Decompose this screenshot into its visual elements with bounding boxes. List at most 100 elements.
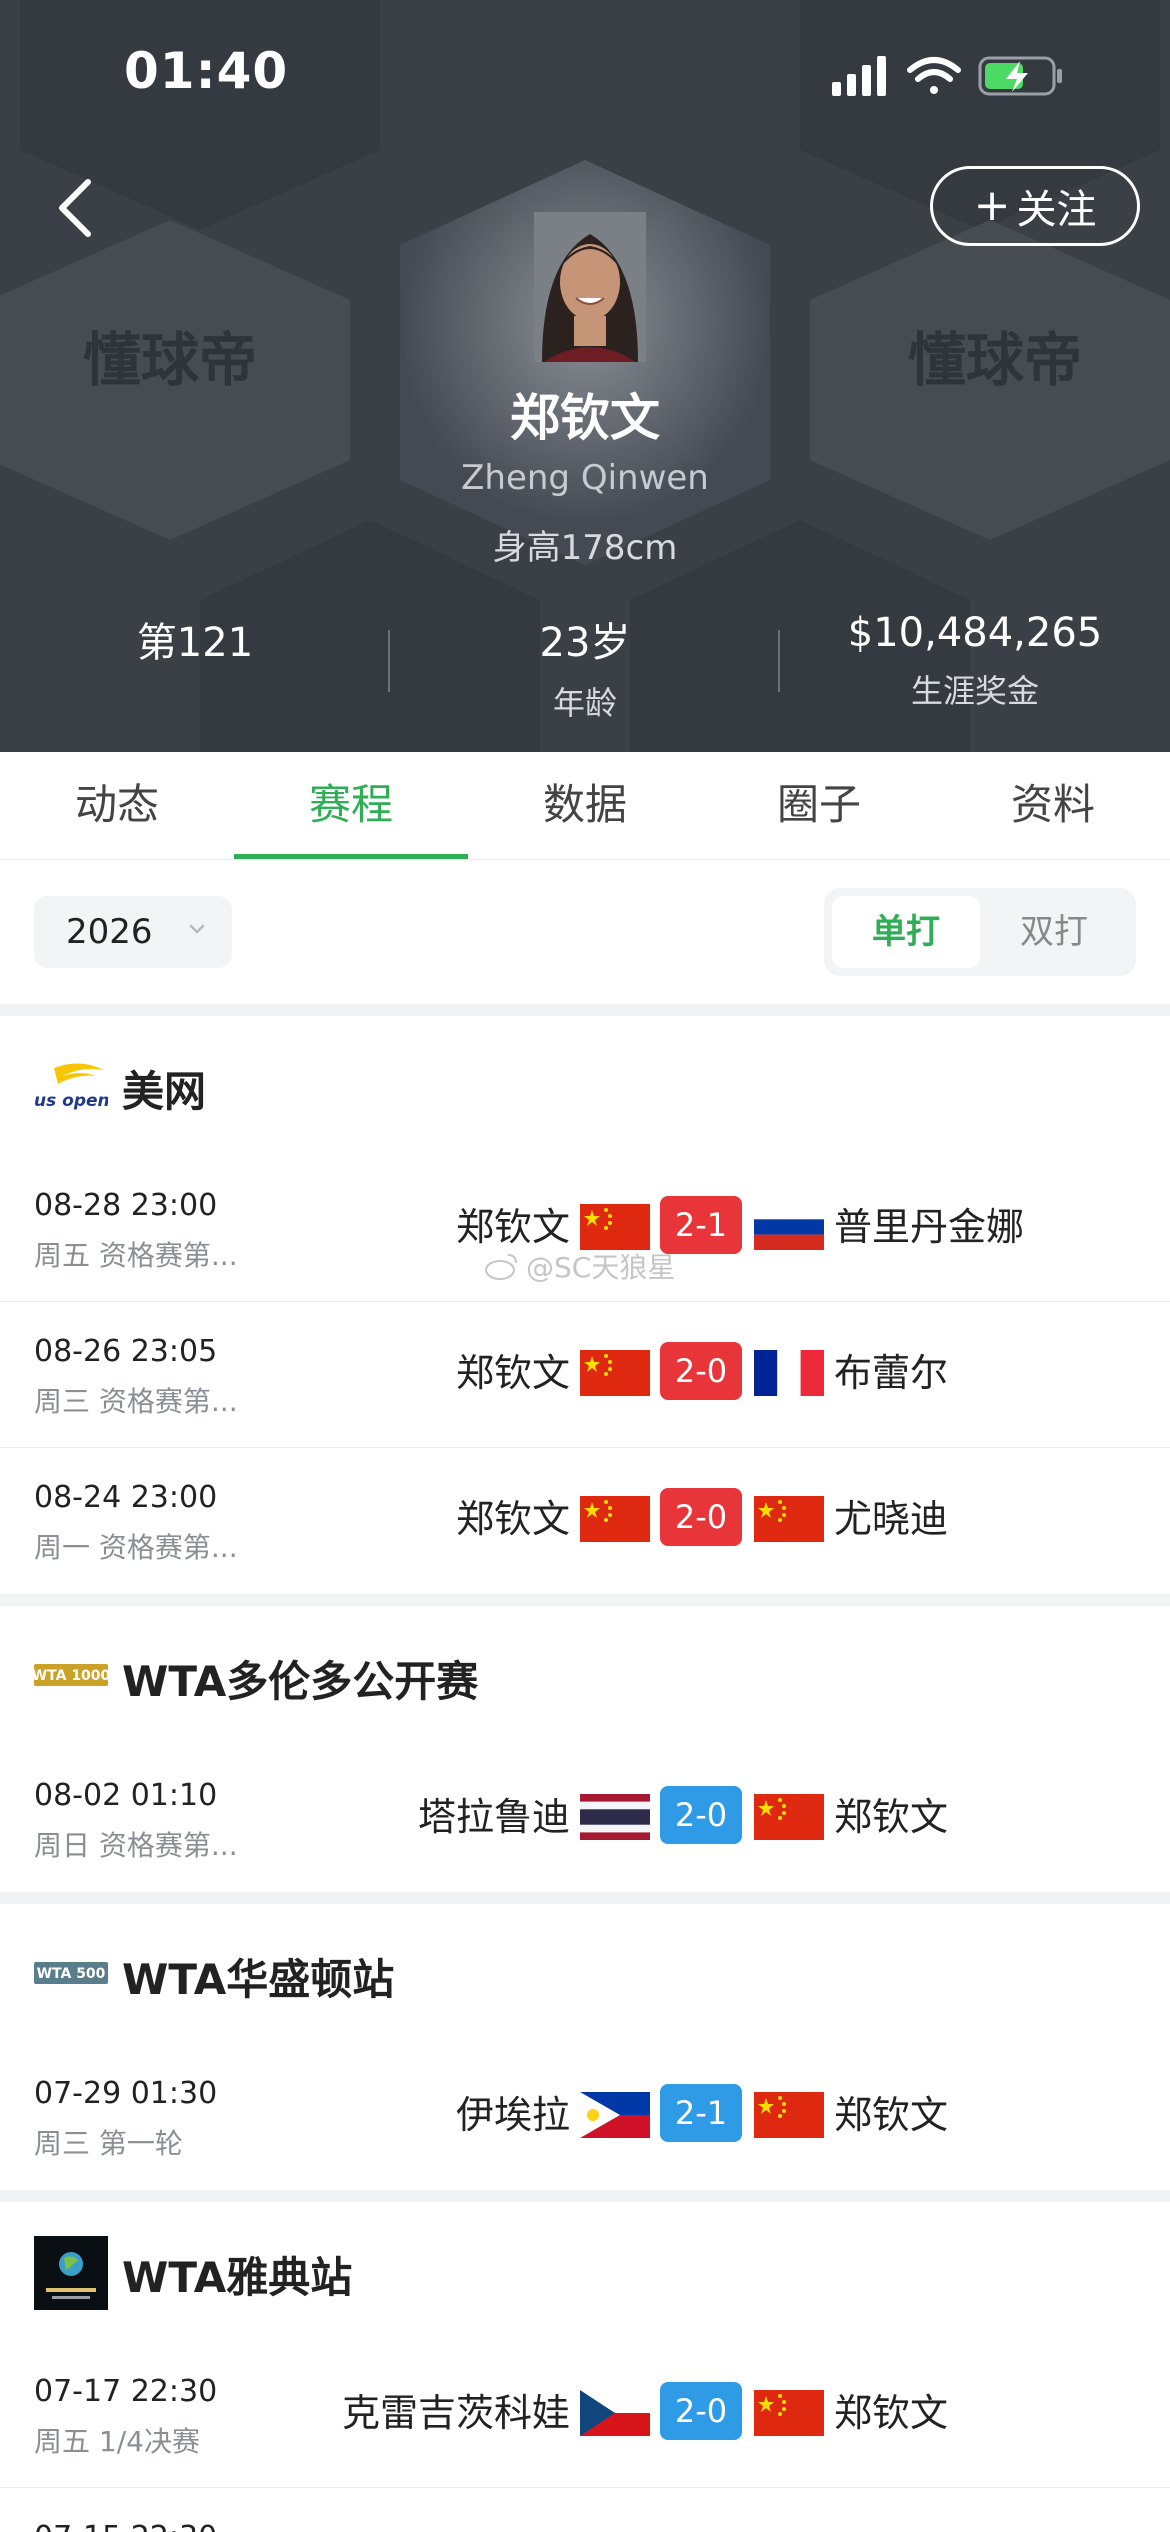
match-date: 07-15 22:30 bbox=[34, 2520, 217, 2532]
back-icon[interactable] bbox=[48, 172, 108, 244]
tab-schedule[interactable]: 赛程 bbox=[234, 752, 468, 860]
russia-flag-icon bbox=[754, 1204, 824, 1250]
weibo-watermark: @SC天狼星 bbox=[484, 1246, 675, 1286]
stat-age-value: 23岁 bbox=[539, 620, 631, 666]
match-date: 08-24 23:00 bbox=[34, 1480, 218, 1515]
singles-doubles-toggle: 单打 双打 bbox=[824, 888, 1136, 976]
czech-flag-icon bbox=[580, 2390, 650, 2436]
china-flag-icon bbox=[754, 2390, 824, 2436]
year-dropdown[interactable]: 2026 bbox=[34, 896, 232, 968]
player-name: 郑钦文 bbox=[510, 389, 660, 447]
status-icons bbox=[832, 56, 1062, 96]
france-flag-icon bbox=[754, 1350, 824, 1396]
player-right: 布蕾尔 bbox=[834, 1351, 949, 1395]
signal-icon bbox=[832, 56, 886, 96]
player-left: 克雷吉茨科娃 bbox=[341, 2391, 570, 2435]
player-right: 郑钦文 bbox=[834, 2391, 949, 2435]
match-row[interactable]: 07-15 22:30 bbox=[0, 2488, 1170, 2532]
follow-label: 关注 bbox=[1016, 187, 1097, 233]
match-row[interactable]: 07-17 22:30 周五 1/4决赛 克雷吉茨科娃 2-0 郑钦文 bbox=[0, 2342, 1170, 2488]
stat-prize-label: 生涯奖金 bbox=[910, 672, 1039, 710]
player-right: 尤晓迪 bbox=[834, 1497, 949, 1541]
match-date: 08-02 01:10 bbox=[34, 1778, 218, 1813]
match-score: 2-0 bbox=[660, 1488, 742, 1546]
tournament-name: 美网 bbox=[122, 1067, 207, 1116]
tab-news[interactable]: 动态 bbox=[0, 752, 234, 860]
section-gap bbox=[0, 2190, 1170, 2202]
stat-ranking: 第121 bbox=[0, 610, 390, 668]
tab-profile[interactable]: 资料 bbox=[936, 752, 1170, 860]
tab-active-indicator bbox=[234, 854, 468, 859]
tournament-name: WTA华盛顿站 bbox=[122, 1955, 395, 2004]
match-score: 2-0 bbox=[660, 2382, 742, 2440]
match-round: 周五 资格赛第... bbox=[34, 1239, 238, 1272]
wta-1000-logo: WTA 1000 bbox=[34, 1664, 108, 1686]
match-row[interactable]: 08-24 23:00 周一 资格赛第... 郑钦文 2-0 尤晓迪 bbox=[0, 1448, 1170, 1594]
match-date: 08-28 23:00 bbox=[34, 1188, 218, 1223]
match-round: 周三 资格赛第... bbox=[34, 1385, 238, 1418]
battery-icon bbox=[978, 56, 1062, 96]
tournament-name: WTA多伦多公开赛 bbox=[122, 1657, 479, 1706]
section-gap bbox=[0, 1594, 1170, 1606]
tab-stats[interactable]: 数据 bbox=[468, 752, 702, 860]
china-flag-icon bbox=[580, 1496, 650, 1542]
tab-community[interactable]: 圈子 bbox=[702, 752, 936, 860]
status-time: 01:40 bbox=[124, 42, 289, 100]
chevron-down-icon bbox=[189, 924, 205, 934]
match-date: 07-17 22:30 bbox=[34, 2374, 218, 2409]
tab-bar: 动态 赛程 数据 圈子 资料 bbox=[0, 752, 1170, 860]
thailand-flag-icon bbox=[580, 1794, 650, 1840]
player-right: 郑钦文 bbox=[834, 1795, 949, 1839]
section-gap bbox=[0, 1004, 1170, 1016]
match-date: 07-29 01:30 bbox=[34, 2076, 218, 2111]
stat-prize: $10,484,265 生涯奖金 bbox=[780, 610, 1170, 712]
player-left: 郑钦文 bbox=[455, 1497, 570, 1541]
match-round: 周一 资格赛第... bbox=[34, 1531, 238, 1564]
tournament-name: WTA雅典站 bbox=[122, 2253, 353, 2302]
section-gap bbox=[0, 1892, 1170, 1904]
match-row[interactable]: 08-02 01:10 周日 资格赛第... 塔拉鲁迪 2-0 郑钦文 bbox=[0, 1746, 1170, 1892]
plus-icon: + bbox=[973, 180, 1011, 231]
china-flag-icon bbox=[580, 1204, 650, 1250]
wta-1000-logo-text: WTA 1000 bbox=[34, 1668, 108, 1684]
follow-button[interactable]: + 关注 bbox=[930, 166, 1140, 246]
tournament-header[interactable]: WTA雅典站 bbox=[0, 2202, 1170, 2342]
avatar bbox=[534, 212, 646, 362]
player-left: 塔拉鲁迪 bbox=[417, 1795, 570, 1839]
filter-bar: 2026 单打 双打 bbox=[0, 860, 1170, 1012]
china-flag-icon bbox=[754, 1794, 824, 1840]
tournament-header[interactable]: us open 美网 bbox=[0, 1016, 1170, 1156]
stat-ranking-value: 第121 bbox=[136, 620, 254, 666]
wifi-icon bbox=[907, 57, 961, 94]
match-row[interactable]: 07-29 01:30 周三 第一轮 伊埃拉 2-1 郑钦文 bbox=[0, 2044, 1170, 2190]
tournament-header[interactable]: WTA 1000 WTA多伦多公开赛 bbox=[0, 1606, 1170, 1746]
stat-age-label: 年龄 bbox=[552, 684, 617, 722]
wta-500-logo-text: WTA 500 bbox=[37, 1966, 106, 1982]
year-value: 2026 bbox=[66, 912, 153, 952]
player-left: 伊埃拉 bbox=[455, 2093, 570, 2137]
match-score: 2-0 bbox=[660, 1342, 742, 1400]
match-score: 2-1 bbox=[660, 2084, 742, 2142]
weibo-icon bbox=[485, 1254, 517, 1280]
us-open-logo: us open bbox=[34, 1063, 108, 1110]
player-left: 郑钦文 bbox=[455, 1205, 570, 1249]
match-row[interactable]: 08-26 23:05 周三 资格赛第... 郑钦文 2-0 布蕾尔 bbox=[0, 1302, 1170, 1448]
china-flag-icon bbox=[754, 2092, 824, 2138]
stat-age: 23岁 年龄 bbox=[390, 610, 780, 724]
china-flag-icon bbox=[754, 1496, 824, 1542]
singles-button[interactable]: 单打 bbox=[832, 896, 980, 968]
philippines-flag-icon bbox=[580, 2092, 650, 2138]
player-header: 懂球帝 懂球帝 01:40 + 关注 郑钦文 Zheng Qinwen 身高17… bbox=[0, 0, 1170, 752]
player-right: 普里丹金娜 bbox=[834, 1205, 1025, 1249]
player-name-en: Zheng Qinwen bbox=[461, 458, 709, 498]
match-date: 08-26 23:05 bbox=[34, 1334, 218, 1369]
player-left: 郑钦文 bbox=[455, 1351, 570, 1395]
tournament-header[interactable]: WTA 500 WTA华盛顿站 bbox=[0, 1904, 1170, 2044]
china-flag-icon bbox=[580, 1350, 650, 1396]
match-round: 周日 资格赛第... bbox=[34, 1829, 238, 1862]
doubles-button[interactable]: 双打 bbox=[980, 896, 1128, 968]
player-height: 身高178cm bbox=[492, 528, 678, 568]
match-score: 2-0 bbox=[660, 1786, 742, 1844]
player-right: 郑钦文 bbox=[834, 2093, 949, 2137]
watermark-text: @SC天狼星 bbox=[526, 1251, 676, 1284]
